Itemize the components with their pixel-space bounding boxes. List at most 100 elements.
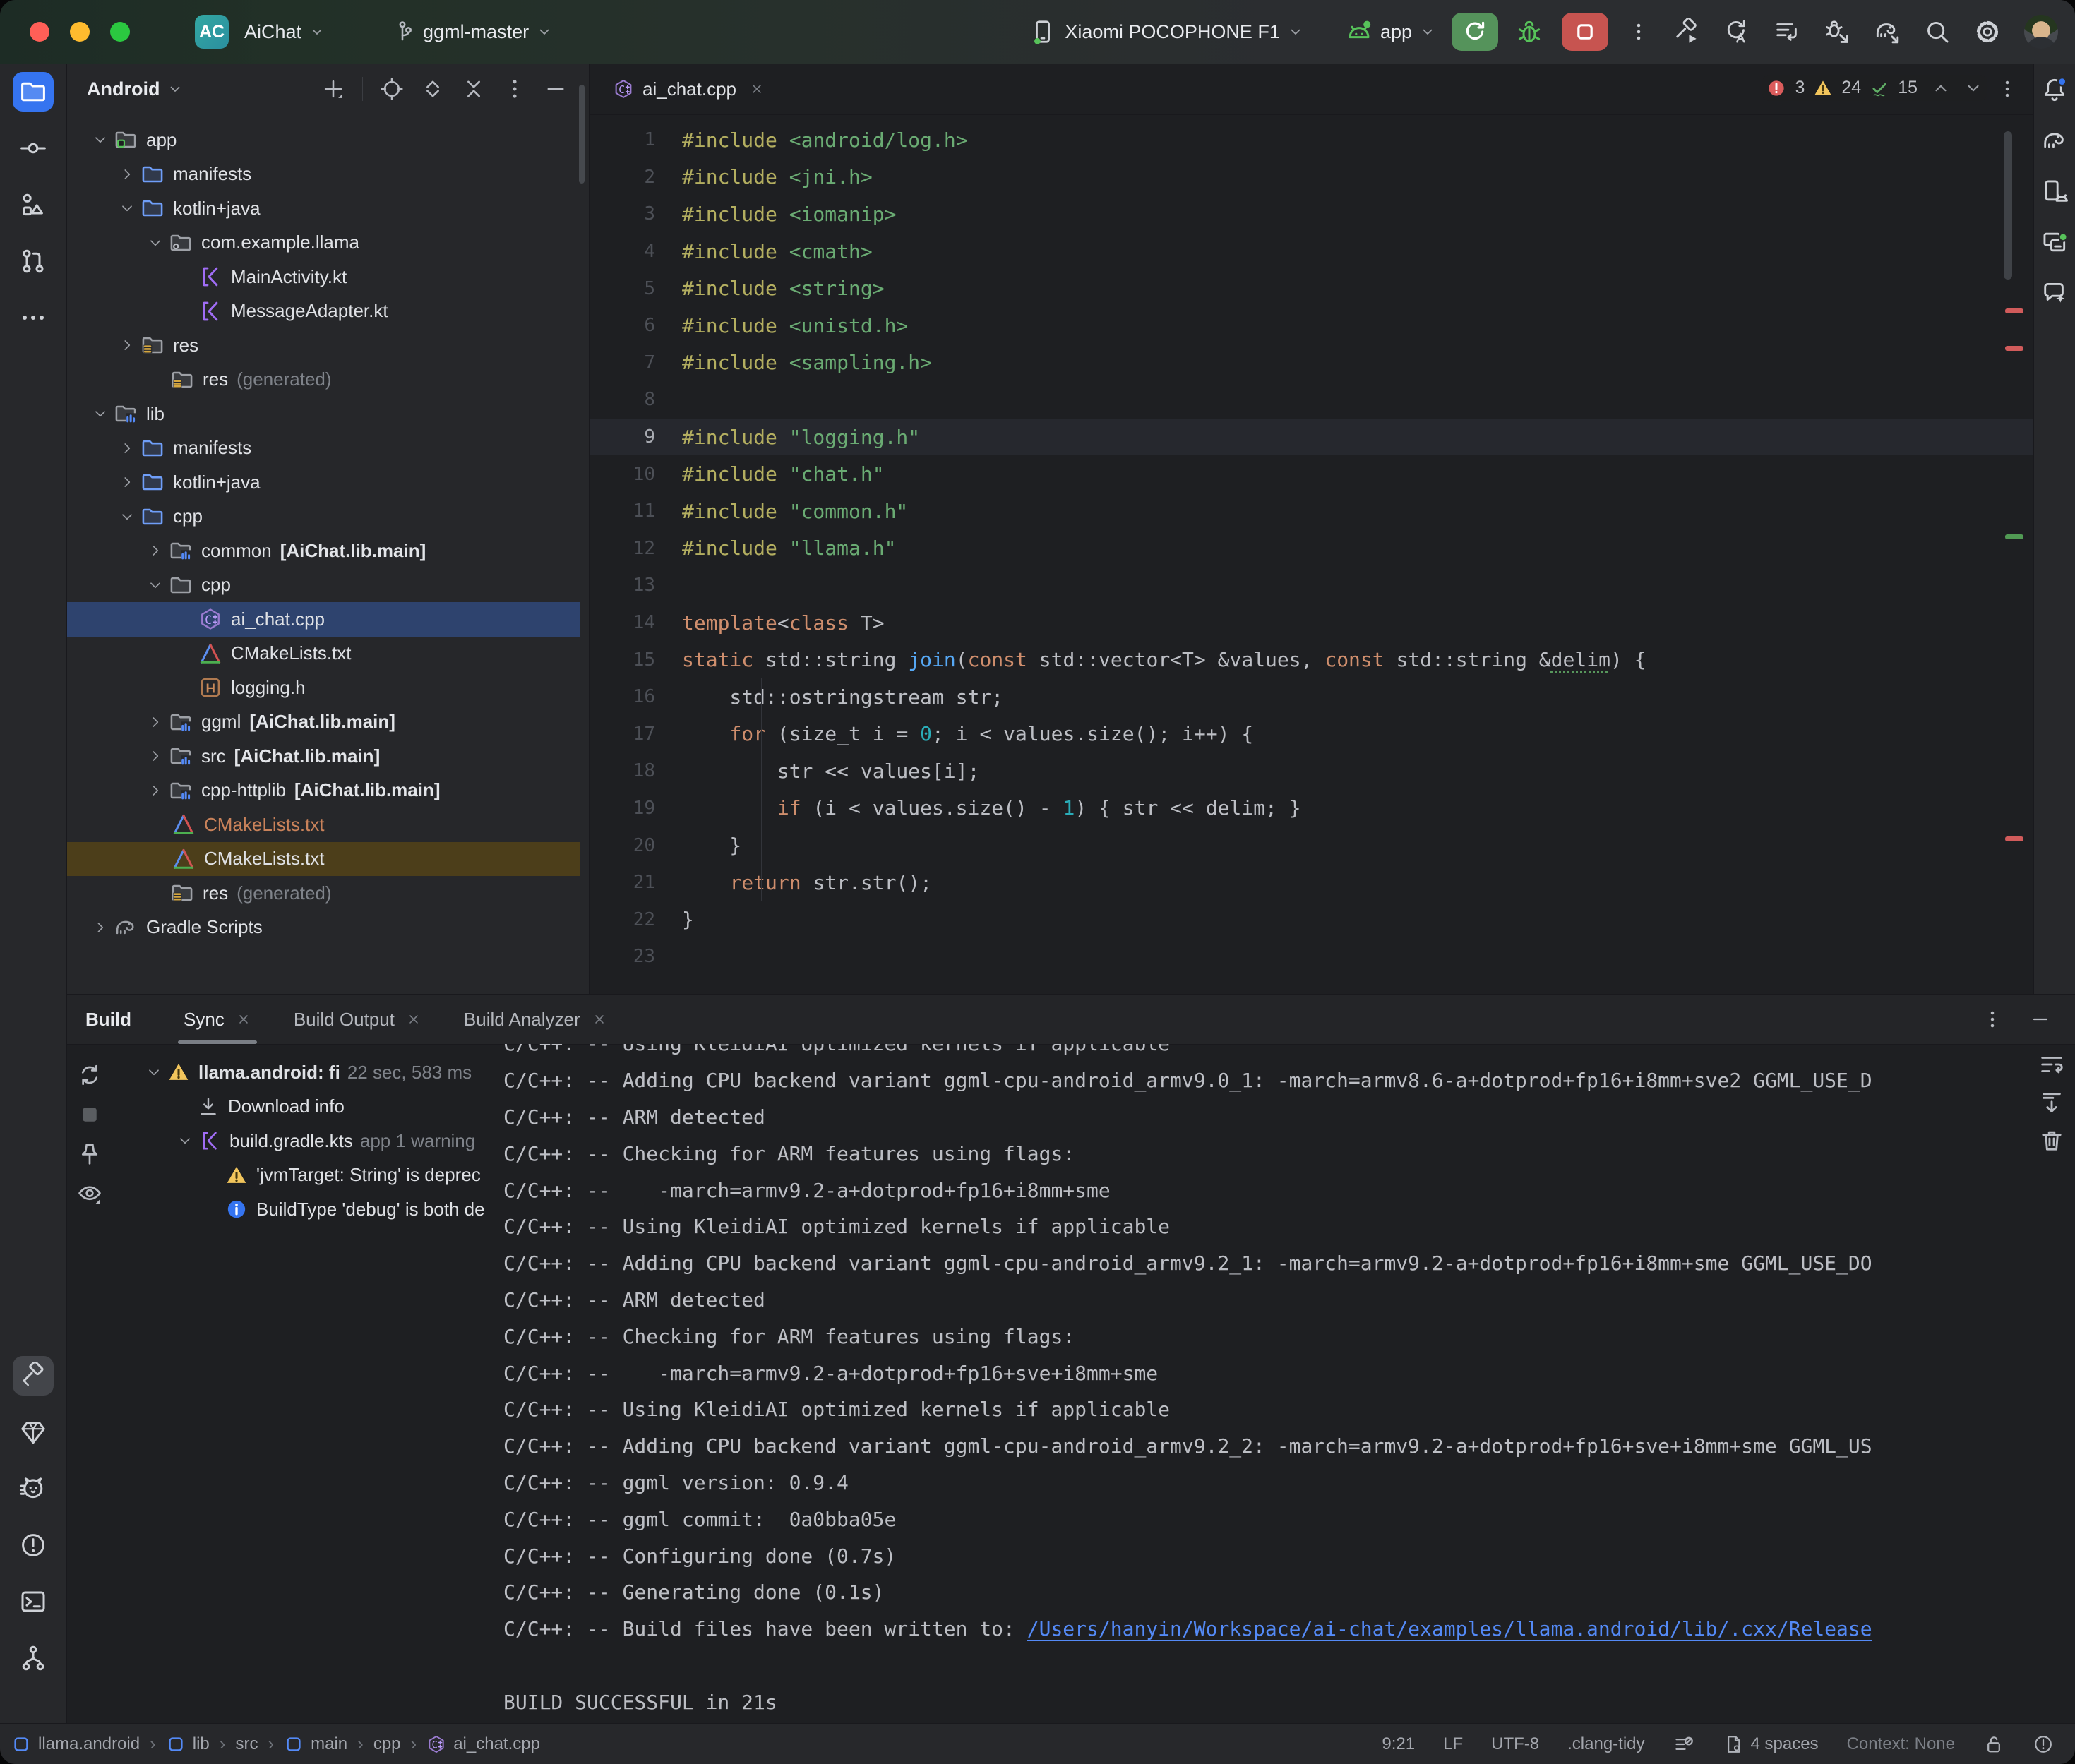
tree-chevron[interactable] xyxy=(87,404,114,424)
zoom-window-button[interactable] xyxy=(110,22,130,42)
tree-chevron[interactable] xyxy=(114,164,140,184)
tree-chevron[interactable] xyxy=(142,541,169,560)
tree-item-res[interactable]: res(generated) xyxy=(67,876,580,911)
run-configuration-selector[interactable]: app xyxy=(1345,18,1436,46)
breadcrumb-item-lib[interactable]: lib xyxy=(166,1734,210,1754)
stripe-item-pull-requests[interactable] xyxy=(13,241,54,281)
tree-chevron[interactable] xyxy=(142,233,169,253)
project-selector[interactable]: AiChat xyxy=(244,21,325,43)
tree-chevron[interactable] xyxy=(114,198,140,218)
tab-sync[interactable]: Sync xyxy=(178,995,257,1044)
code-editor[interactable]: 1#include <android/log.h>2#include <jni.… xyxy=(590,114,2033,994)
build-tree-item-1[interactable]: Download info xyxy=(112,1090,505,1124)
next-problem-button[interactable] xyxy=(1964,79,1983,97)
tree-chevron[interactable] xyxy=(142,575,169,595)
tab-build-analyzer[interactable]: Build Analyzer xyxy=(458,995,613,1044)
tree-item-cmakelists-txt[interactable]: CMakeLists.txt xyxy=(67,842,580,877)
tree-item-mainactivity-kt[interactable]: MainActivity.kt xyxy=(67,260,580,294)
tree-chevron[interactable] xyxy=(172,1131,198,1151)
tree-item-com-example-llama[interactable]: com.example.llama xyxy=(67,226,580,260)
build-tree-item-3[interactable]: 'jvmTarget: String' is deprec xyxy=(112,1158,505,1193)
stripe-item-gradle[interactable] xyxy=(2038,123,2071,158)
error-stripe-mark[interactable] xyxy=(2005,346,2023,351)
tree-item-gradle-scripts[interactable]: Gradle Scripts xyxy=(67,911,580,945)
tree-chevron[interactable] xyxy=(87,918,114,937)
breadcrumb-item-ai-chat-cpp[interactable]: Cai_chat.cpp xyxy=(426,1734,540,1754)
build-tree-item-4[interactable]: BuildType 'debug' is both de xyxy=(112,1192,505,1227)
stripe-item-terminal[interactable] xyxy=(13,1582,54,1621)
stripe-item-gemini[interactable] xyxy=(2038,275,2071,311)
stripe-item-device-manager[interactable] xyxy=(2038,174,2071,209)
formatter-status-icon[interactable] xyxy=(1673,1734,1694,1755)
close-tab-icon[interactable] xyxy=(592,1012,607,1027)
line-separator[interactable]: LF xyxy=(1443,1734,1463,1754)
tree-item-common[interactable]: common[AiChat.lib.main] xyxy=(67,534,580,568)
breadcrumb-item-llama-android[interactable]: llama.android xyxy=(11,1734,140,1754)
tree-item-cmakelists-txt[interactable]: CMakeLists.txt xyxy=(67,808,580,842)
previous-problem-button[interactable] xyxy=(1932,79,1950,97)
user-avatar[interactable] xyxy=(2024,15,2058,49)
rerun-button[interactable] xyxy=(1452,13,1498,51)
console-link[interactable]: /Users/hanyin/Workspace/ai-chat/examples… xyxy=(1027,1617,1872,1640)
tree-item-src[interactable]: src[AiChat.lib.main] xyxy=(67,739,580,774)
project-view-selector[interactable]: Android xyxy=(87,78,160,100)
stripe-item-logcat[interactable] xyxy=(13,1469,54,1508)
context-widget[interactable]: Context: None xyxy=(1847,1734,1955,1754)
panel-options-button[interactable] xyxy=(503,77,527,101)
file-encoding[interactable]: UTF-8 xyxy=(1491,1734,1539,1754)
tree-chevron[interactable] xyxy=(142,746,169,766)
build-tree-item-0[interactable]: llama.android: fi22 sec, 583 ms xyxy=(112,1055,505,1090)
hide-panel-button[interactable] xyxy=(544,77,568,101)
tree-item-cpp-httplib[interactable]: cpp-httplib[AiChat.lib.main] xyxy=(67,774,580,808)
build-options-button[interactable] xyxy=(1982,1009,2003,1030)
apply-code-changes-icon[interactable] xyxy=(1774,18,1800,45)
tree-chevron[interactable] xyxy=(114,438,140,458)
indentation-widget[interactable]: 4 spaces xyxy=(1723,1734,1819,1755)
stripe-item-more-horizontal[interactable] xyxy=(13,298,54,337)
soft-wrap-button[interactable] xyxy=(2038,1051,2065,1078)
close-window-button[interactable] xyxy=(30,22,49,42)
tree-chevron[interactable] xyxy=(114,335,140,355)
gradle-sync-icon[interactable] xyxy=(1874,18,1901,45)
breadcrumb-item-src[interactable]: src xyxy=(235,1734,258,1754)
tree-item-manifests[interactable]: manifests xyxy=(67,157,580,192)
clear-all-button[interactable] xyxy=(2038,1127,2065,1154)
apply-changes-icon[interactable] xyxy=(1723,18,1750,45)
attach-debugger-icon[interactable] xyxy=(1824,18,1850,45)
device-selector[interactable]: Xiaomi POCOPHONE F1 xyxy=(1029,18,1304,45)
tree-chevron[interactable] xyxy=(114,507,140,527)
branch-selector[interactable]: ggml-master xyxy=(390,20,553,44)
tree-chevron[interactable] xyxy=(140,1062,167,1082)
tree-item-lib[interactable]: lib xyxy=(67,397,580,431)
lock-icon[interactable] xyxy=(1983,1734,2004,1755)
change-stripe-mark[interactable] xyxy=(2005,534,2023,539)
tree-item-cpp[interactable]: cpp xyxy=(67,568,580,603)
editor-options-button[interactable] xyxy=(1997,78,2018,100)
tree-item-res[interactable]: res(generated) xyxy=(67,363,580,397)
minimize-window-button[interactable] xyxy=(70,22,90,42)
error-stripe-mark[interactable] xyxy=(2005,308,2023,313)
editor-tab-ai-chat-cpp[interactable]: C ai_chat.cpp xyxy=(609,64,777,114)
debug-button[interactable] xyxy=(1515,18,1543,46)
tree-item-cpp[interactable]: cpp xyxy=(67,500,580,534)
stop-button[interactable] xyxy=(1562,13,1608,51)
hide-build-panel-button[interactable] xyxy=(2030,1009,2051,1030)
scroll-to-end-button[interactable] xyxy=(2038,1089,2065,1116)
tree-item-kotlin-java[interactable]: kotlin+java xyxy=(67,191,580,226)
tree-item-kotlin-java[interactable]: kotlin+java xyxy=(67,465,580,500)
tree-chevron[interactable] xyxy=(142,781,169,800)
build-tree-item-2[interactable]: build.gradle.ktsapp 1 warning xyxy=(112,1124,505,1158)
stripe-item-running-devices[interactable] xyxy=(2038,224,2071,260)
tree-item-manifests[interactable]: manifests xyxy=(67,431,580,466)
event-log-icon[interactable] xyxy=(2033,1734,2054,1755)
tree-item-res[interactable]: res xyxy=(67,328,580,363)
breadcrumb-item-main[interactable]: main xyxy=(284,1734,347,1754)
error-stripe-mark[interactable] xyxy=(2005,836,2023,841)
collapse-all-button[interactable] xyxy=(462,77,486,101)
tree-item-ai-chat-cpp[interactable]: Cai_chat.cpp xyxy=(67,602,580,637)
close-tab-icon[interactable] xyxy=(236,1012,251,1027)
caret-position[interactable]: 9:21 xyxy=(1382,1734,1415,1754)
stripe-item-app-quality-insights[interactable] xyxy=(13,1412,54,1452)
settings-icon[interactable] xyxy=(1974,18,2001,45)
stop-sync-button[interactable] xyxy=(77,1102,102,1127)
